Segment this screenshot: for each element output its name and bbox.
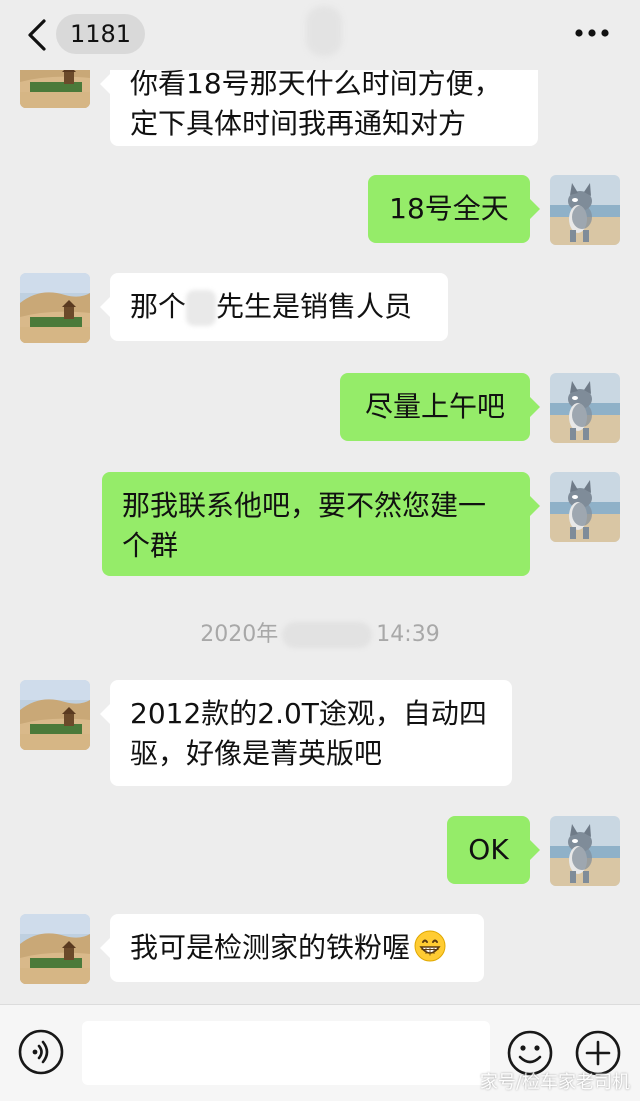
more-dots-icon[interactable] xyxy=(574,28,610,38)
user-avatar[interactable] xyxy=(550,175,620,245)
message-text-after: 先生是销售人员 xyxy=(216,290,413,323)
message-bubble[interactable]: 2012款的2.0T途观，自动四 驱，好像是菁英版吧 xyxy=(100,680,512,786)
chat-header: 1181 xyxy=(0,0,640,70)
timestamp-time: 14:39 xyxy=(376,622,440,647)
chat-title-redacted xyxy=(306,6,342,56)
message-text: 我可是检测家的铁粉喔 xyxy=(130,931,411,964)
message-input[interactable] xyxy=(82,1021,490,1085)
user-avatar[interactable] xyxy=(550,816,620,886)
redacted-name xyxy=(186,290,217,326)
user-avatar[interactable] xyxy=(550,472,620,542)
redacted-date xyxy=(282,622,373,648)
message-timestamp: 2020年 14:39 xyxy=(0,618,640,652)
chevron-left-icon[interactable] xyxy=(24,18,50,52)
voice-icon[interactable] xyxy=(18,1029,64,1075)
watermark-text: 家号/检车家老司机 xyxy=(479,1072,630,1093)
message-text-before: 那个 xyxy=(130,290,187,323)
contact-avatar[interactable] xyxy=(20,914,90,984)
contact-avatar[interactable] xyxy=(20,273,90,343)
timestamp-year: 2020年 xyxy=(200,622,279,647)
unread-count-badge[interactable]: 1181 xyxy=(56,14,146,54)
message-bubble[interactable]: 那个 先生是销售人员 xyxy=(100,273,448,341)
grinning-face-icon xyxy=(414,930,446,962)
message-bubble[interactable]: 我可是检测家的铁粉喔 xyxy=(100,914,484,982)
message-bubble[interactable]: 那我联系他吧，要不然您建一 个群 xyxy=(102,472,540,576)
user-avatar[interactable] xyxy=(550,373,620,443)
message-bubble[interactable]: 尽量上午吧 xyxy=(340,373,540,441)
message-bubble[interactable]: 18号全天 xyxy=(368,175,540,243)
message-bubble[interactable]: OK xyxy=(447,816,540,884)
contact-avatar[interactable] xyxy=(20,680,90,750)
